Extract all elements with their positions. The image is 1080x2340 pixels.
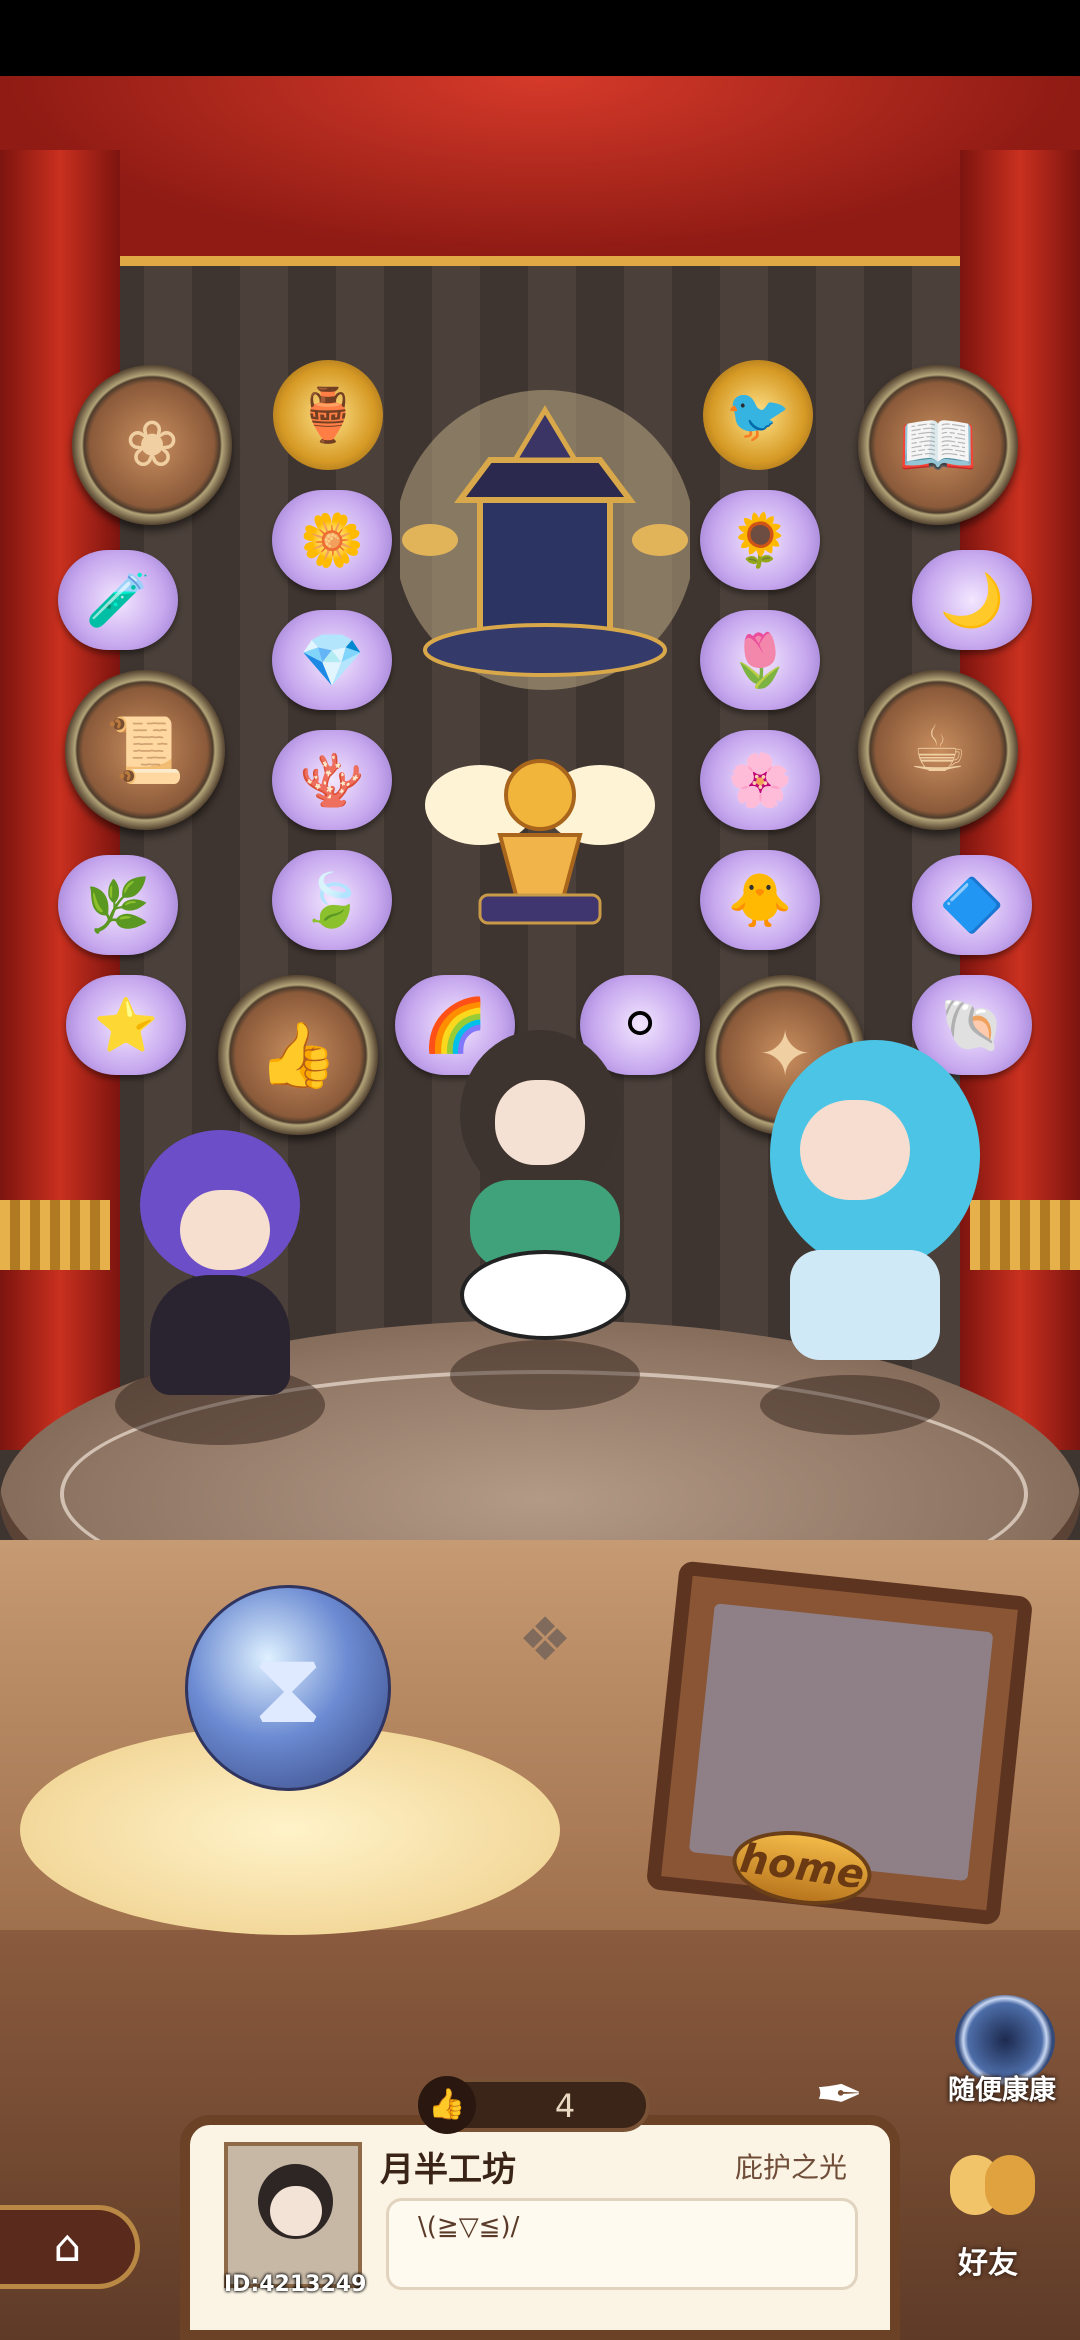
moon-icon[interactable]: 🌙 — [912, 550, 1032, 650]
crystal-glyph: 💎 — [299, 630, 365, 691]
gold-jar-icon[interactable]: 🏺 — [273, 360, 383, 470]
book-icon: 📖 — [898, 408, 978, 483]
friends-label[interactable]: 好友 — [958, 2238, 1018, 2282]
status-bar — [0, 0, 1080, 76]
blue-flower-icon[interactable]: 🌸 — [700, 730, 820, 830]
relic-pot-emblem[interactable]: ☕ — [858, 670, 1018, 830]
coral-icon[interactable]: 🪸 — [272, 730, 392, 830]
shard-glyph: 🔷 — [939, 875, 1005, 936]
herb-glyph: 🌿 — [85, 875, 151, 936]
chick-icon[interactable]: 🐥 — [700, 850, 820, 950]
curtain-fringe-left — [0, 1200, 110, 1270]
chick-glyph: 🐥 — [727, 870, 793, 931]
shard-icon[interactable]: 🔷 — [912, 855, 1032, 955]
flower-glyph: 🌸 — [727, 750, 793, 811]
herb-icon[interactable]: 🌿 — [58, 855, 178, 955]
character-fisher[interactable] — [400, 1010, 680, 1360]
quill-icon[interactable]: ✒ — [815, 2060, 895, 2140]
maid-dress — [150, 1275, 290, 1395]
pot-icon: ☕ — [909, 713, 967, 787]
leaf-glyph: 🍃 — [299, 870, 365, 931]
fisher-face — [495, 1080, 585, 1165]
winged-trophy-relic[interactable] — [425, 745, 655, 945]
flower-glyph: 🌻 — [727, 510, 793, 571]
home-frame-picture — [688, 1603, 994, 1882]
scroll-icon: 📜 — [105, 713, 185, 788]
relic-flower-emblem[interactable]: ❀ — [72, 365, 232, 525]
home-button[interactable]: ⌂ — [0, 2205, 140, 2289]
stage-curtain-top — [0, 76, 1080, 266]
character-ice-girl[interactable] — [730, 1000, 1000, 1380]
lily-glyph: 🌷 — [727, 630, 793, 691]
likes-count: 4 — [554, 2087, 576, 2125]
flower-yellow-icon[interactable]: 🌼 — [272, 490, 392, 590]
motto-text: \(≧▽≦)/ — [418, 2212, 520, 2242]
potion-glyph: 🧪 — [85, 570, 151, 631]
lantern-scale-relic[interactable] — [400, 370, 690, 690]
shadow-right — [760, 1375, 940, 1435]
maid-face — [180, 1190, 270, 1270]
star-icon[interactable]: ⭐ — [66, 975, 186, 1075]
leaf-icon[interactable]: 🍃 — [272, 850, 392, 950]
gold-bird-icon[interactable]: 🐦 — [703, 360, 813, 470]
character-maid[interactable] — [100, 1100, 340, 1410]
coral-glyph: 🪸 — [299, 750, 365, 811]
stage-ornament: ❖ — [518, 1605, 572, 1675]
hourglass-icon: ⧗ — [252, 1629, 324, 1746]
ice-girl-face — [800, 1100, 910, 1200]
star-glyph: ⭐ — [93, 995, 159, 1056]
avatar-face — [270, 2186, 322, 2236]
relic-book-emblem[interactable]: 📖 — [858, 365, 1018, 525]
friend-figure-icon — [985, 2155, 1035, 2215]
hourglass-orb-button[interactable]: ⧗ — [185, 1585, 391, 1791]
user-id: ID:4213249 — [224, 2272, 367, 2297]
flower-glyph: 🌼 — [299, 510, 365, 571]
jar-glyph: 🏺 — [295, 385, 361, 446]
bird-glyph: 🐦 — [725, 385, 791, 446]
title-badge: 庇护之光 — [735, 2151, 848, 2184]
workshop-name: 月半工坊 — [380, 2150, 516, 2190]
potion-blue-icon[interactable]: 🧪 — [58, 550, 178, 650]
moon-glyph: 🌙 — [939, 570, 1005, 631]
ice-girl-dress — [790, 1250, 940, 1360]
home-icon: ⌂ — [53, 2221, 82, 2272]
lily-icon[interactable]: 🌷 — [700, 610, 820, 710]
crystal-icon[interactable]: 💎 — [272, 610, 392, 710]
random-visit-label[interactable]: 随便康康 — [948, 2068, 1056, 2107]
yin-yang-seat — [460, 1250, 630, 1340]
relic-scroll-emblem[interactable]: 📜 — [65, 670, 225, 830]
like-thumb-button[interactable]: 👍 — [418, 2076, 476, 2134]
flower-icon: ❀ — [125, 408, 179, 482]
flower-orange-icon[interactable]: 🌻 — [700, 490, 820, 590]
avatar[interactable] — [224, 2142, 362, 2288]
